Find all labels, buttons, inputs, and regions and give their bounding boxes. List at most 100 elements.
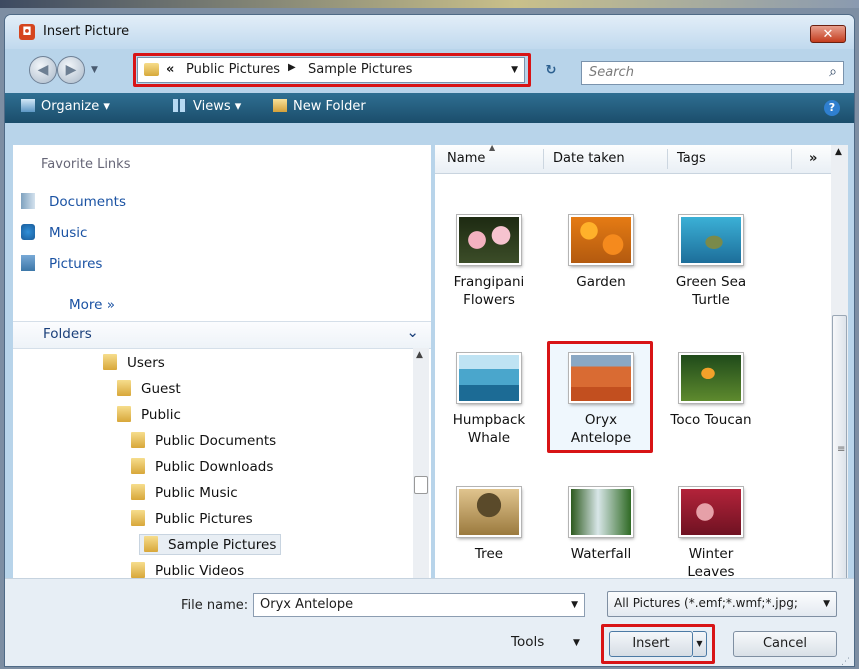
navigation-row: ◀ ▶ ▼ « Public Pictures ▶ Sample Picture…: [5, 53, 854, 89]
tree-item-label: Public Documents: [155, 433, 277, 449]
file-type-value: All Pictures (*.emf;*.wmf;*.jpg;: [614, 596, 798, 610]
scrollbar-grip-icon: ≡: [837, 444, 846, 455]
file-item-humpback-whale[interactable]: Humpback Whale: [441, 353, 537, 447]
folder-tree: Users Guest Public Public Documents Publ…: [13, 348, 413, 592]
favorite-pictures[interactable]: Pictures: [21, 255, 102, 272]
organize-button[interactable]: Organize ▾: [21, 99, 110, 114]
tree-item-label: Public: [141, 407, 181, 423]
column-name[interactable]: Name: [447, 151, 485, 166]
file-label: Toco Toucan: [670, 412, 752, 428]
folder-tree-scrollbar[interactable]: ▲ ▼: [413, 348, 429, 592]
music-icon: [21, 224, 35, 240]
desktop-backdrop: [0, 0, 859, 8]
tree-item-users[interactable]: Users: [103, 354, 165, 371]
file-label: Antelope: [570, 430, 632, 446]
column-divider[interactable]: [667, 149, 668, 169]
tree-item-public-videos[interactable]: Public Videos: [131, 562, 244, 579]
command-toolbar: Organize ▾ Views ▾ New Folder ?: [5, 93, 854, 123]
scroll-up-arrow-icon[interactable]: ▲: [835, 147, 842, 157]
column-date-taken[interactable]: Date taken: [553, 151, 625, 166]
new-folder-icon: [273, 99, 287, 112]
dialog-footer: File name: Oryx Antelope ▼ All Pictures …: [5, 578, 854, 666]
file-label: Waterfall: [570, 546, 632, 562]
column-divider[interactable]: [791, 149, 792, 169]
insert-options-dropdown-icon[interactable]: ▼: [693, 631, 707, 657]
tools-button[interactable]: Tools: [511, 634, 544, 650]
tree-item-label: Guest: [141, 381, 181, 397]
file-item-garden[interactable]: Garden: [553, 215, 649, 291]
search-icon[interactable]: ⌕: [829, 64, 837, 80]
chevron-down-icon[interactable]: ⌄: [406, 323, 419, 341]
file-label: Green Sea: [675, 274, 747, 290]
favorite-documents[interactable]: Documents: [21, 193, 126, 210]
back-button[interactable]: ◀: [29, 56, 57, 84]
waterfall-thumbnail: [569, 487, 633, 537]
help-icon[interactable]: ?: [824, 100, 840, 116]
tree-item-public[interactable]: Public: [117, 406, 181, 423]
tree-item-sample-pictures[interactable]: Sample Pictures: [139, 534, 282, 555]
file-item-tree[interactable]: Tree: [441, 487, 537, 563]
winter-leaves-thumbnail: [679, 487, 743, 537]
scrollbar-thumb[interactable]: [414, 476, 428, 494]
app-icon: ◘: [19, 24, 35, 40]
scrollbar-thumb[interactable]: ≡: [832, 315, 847, 587]
close-button[interactable]: ✕: [810, 25, 846, 43]
file-label: Humpback: [452, 412, 526, 428]
file-label: Winter: [688, 546, 734, 562]
recent-pages-dropdown-icon[interactable]: ▼: [91, 65, 98, 75]
resize-grip-icon[interactable]: ⋰: [841, 657, 850, 666]
scroll-up-arrow-icon[interactable]: ▲: [416, 350, 423, 360]
file-item-green-sea-turtle[interactable]: Green Sea Turtle: [663, 215, 759, 309]
folders-header[interactable]: Folders ⌄: [13, 321, 431, 349]
favorite-music[interactable]: Music: [21, 224, 87, 241]
folder-icon: [117, 406, 131, 422]
search-input[interactable]: Search ⌕: [581, 61, 844, 85]
tree-item-public-documents[interactable]: Public Documents: [131, 432, 276, 449]
file-type-select[interactable]: All Pictures (*.emf;*.wmf;*.jpg; ▼: [607, 591, 837, 617]
file-label: Garden: [576, 274, 626, 290]
organize-label: Organize ▾: [41, 99, 110, 114]
folders-label: Folders: [43, 326, 92, 342]
tree-item-public-music[interactable]: Public Music: [131, 484, 238, 501]
file-label: Oryx: [584, 412, 618, 428]
file-list-scrollbar[interactable]: ▲ ≡ ▼: [831, 145, 848, 592]
favorite-pictures-label: Pictures: [49, 256, 103, 272]
more-favorites-link[interactable]: More »: [69, 297, 115, 313]
search-placeholder: Search: [589, 65, 634, 80]
tree-item-public-downloads[interactable]: Public Downloads: [131, 458, 273, 475]
file-name-field[interactable]: Oryx Antelope ▼: [253, 593, 585, 617]
organize-icon: [21, 99, 35, 112]
file-item-winter-leaves[interactable]: Winter Leaves: [663, 487, 759, 581]
documents-folder-icon: [131, 432, 145, 448]
new-folder-button[interactable]: New Folder: [273, 99, 366, 114]
toucan-thumbnail: [679, 353, 743, 403]
file-type-dropdown-icon[interactable]: ▼: [823, 599, 830, 609]
tree-item-label: Users: [127, 355, 165, 371]
file-name-value: Oryx Antelope: [260, 597, 354, 612]
garden-thumbnail: [569, 215, 633, 265]
refresh-icon[interactable]: ↻: [539, 61, 563, 81]
tools-dropdown-icon[interactable]: ▼: [573, 638, 580, 648]
views-button[interactable]: Views ▾: [173, 99, 241, 114]
favorite-documents-label: Documents: [49, 194, 126, 210]
forward-button[interactable]: ▶: [57, 56, 85, 84]
column-divider[interactable]: [543, 149, 544, 169]
file-name-dropdown-icon[interactable]: ▼: [571, 600, 578, 610]
documents-icon: [21, 193, 35, 209]
folder-icon: [103, 354, 117, 370]
frangipani-thumbnail: [457, 215, 521, 265]
insert-button[interactable]: Insert: [609, 631, 693, 657]
videos-folder-icon: [131, 562, 145, 578]
more-columns-icon[interactable]: »: [809, 151, 817, 166]
file-item-toco-toucan[interactable]: Toco Toucan: [663, 353, 759, 429]
file-item-oryx-antelope[interactable]: Oryx Antelope: [553, 353, 649, 447]
cancel-button[interactable]: Cancel: [733, 631, 837, 657]
folder-icon: [144, 536, 158, 552]
tree-item-public-pictures[interactable]: Public Pictures: [131, 510, 253, 527]
file-item-frangipani-flowers[interactable]: Frangipani Flowers: [441, 215, 537, 309]
tree-item-guest[interactable]: Guest: [117, 380, 181, 397]
file-item-waterfall[interactable]: Waterfall: [553, 487, 649, 563]
music-folder-icon: [131, 484, 145, 500]
column-tags[interactable]: Tags: [677, 151, 706, 166]
file-list-pane: Name ▲ Date taken Tags » Frangipani Flow…: [435, 143, 848, 592]
